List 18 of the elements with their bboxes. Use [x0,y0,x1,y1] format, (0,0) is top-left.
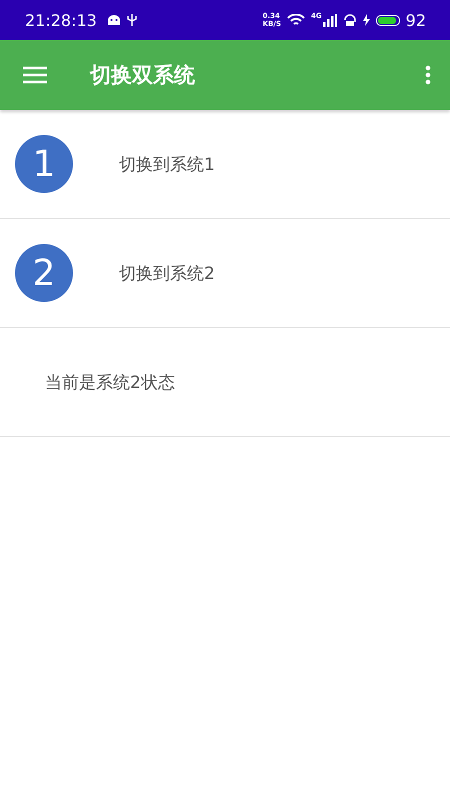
charging-icon [362,14,370,26]
menu-button[interactable] [23,66,47,84]
item-label: 切换到系统1 [119,154,215,176]
list-item[interactable]: 1 切换到系统1 [0,110,450,219]
item-label: 切换到系统2 [119,262,215,284]
signal-icon [322,14,337,26]
number-badge: 1 [15,135,73,193]
android-icon [106,14,121,26]
status-text: 当前是系统2状态 [45,372,175,394]
clock-text: 21:28:13 [25,10,97,30]
number-badge: 2 [15,244,73,302]
battery-icon [376,14,400,26]
wifi-icon [287,14,306,26]
list-item[interactable]: 2 切换到系统2 [0,219,450,328]
more-options-button[interactable] [425,65,431,85]
usb-icon [126,13,137,27]
battery-percent-text: 92 [406,10,426,30]
app-title: 切换双系统 [90,62,196,89]
